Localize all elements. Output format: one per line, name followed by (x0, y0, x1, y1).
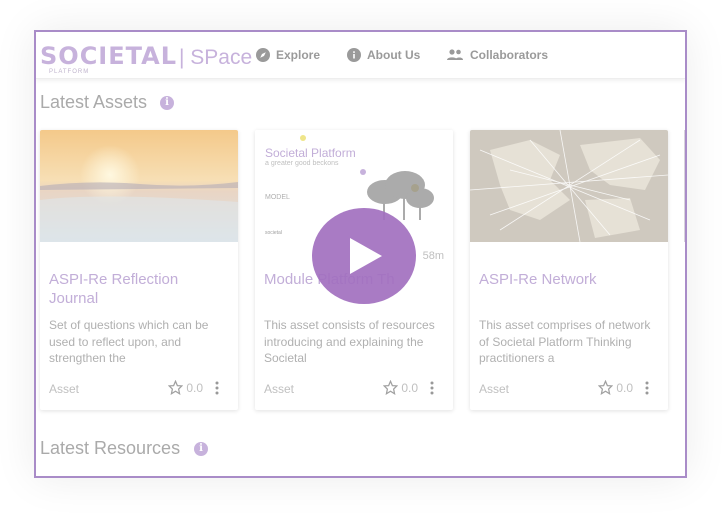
card-title[interactable]: ASPI-Re Network (479, 270, 661, 289)
card-description: This asset comprises of network of Socie… (479, 318, 651, 365)
societal-platform-logo[interactable]: SOCIETAL| SPace PLATFORM (40, 44, 252, 76)
card-description: Set of questions which can be used to re… (49, 318, 209, 365)
card-title[interactable]: ASPI-Re Reflection Journal (49, 270, 231, 308)
asset-card[interactable]: ASPI-Re Network This asset comprises of … (470, 130, 668, 410)
card-footer: Asset 0.0 (479, 380, 659, 398)
latest-assets-info-icon[interactable]: i (160, 96, 174, 110)
nav-explore-label: Explore (276, 48, 321, 62)
top-navigation-bar: SOCIETAL| SPace PLATFORM Explore About U… (36, 32, 685, 79)
card-footer: Asset 0.0 (49, 380, 229, 398)
nav-collaborators[interactable]: Collaborators (446, 48, 548, 62)
more-vert-icon[interactable] (215, 381, 219, 395)
latest-resources-info-icon[interactable]: i (194, 442, 208, 456)
video-preview-frame: SOCIETAL| SPace PLATFORM Explore About U… (34, 30, 687, 478)
svg-text:societal: societal (265, 230, 282, 236)
latest-assets-heading: Latest Assets (40, 92, 148, 112)
card-type: Asset (479, 382, 510, 396)
logo-space-text: | SPace (179, 46, 253, 69)
nav-about-us-label: About Us (367, 48, 421, 62)
more-vert-icon[interactable] (430, 381, 434, 395)
card-type: Asset (49, 382, 80, 396)
star-icon (598, 380, 614, 395)
people-icon (447, 49, 463, 60)
card-rating[interactable]: 0.0 (383, 380, 418, 395)
card-description: This asset consists of resources introdu… (264, 318, 435, 365)
card-thumbnail-sunset (40, 130, 238, 242)
slide-title: Societal Platform (265, 146, 356, 160)
asset-card[interactable]: ASPI-Re Reflection Journal Set of questi… (40, 130, 238, 410)
compass-icon (256, 48, 270, 62)
card-rating[interactable]: 0.0 (598, 380, 633, 395)
video-duration: 58m (422, 250, 444, 262)
star-icon (383, 380, 399, 395)
latest-resources-heading: Latest Resources (40, 438, 181, 458)
star-icon (168, 380, 184, 395)
slide-subtitle: a greater good beckons (265, 160, 339, 167)
logo-wordmark: SOCIETAL (40, 42, 177, 70)
nav-about-us[interactable]: About Us (347, 48, 420, 62)
card-rating-value: 0.0 (616, 380, 633, 395)
nav-collaborators-label: Collaborators (470, 48, 549, 62)
info-icon (347, 48, 361, 62)
play-icon (350, 238, 382, 274)
next-card-edge (684, 130, 685, 242)
slide-label: MODEL (265, 194, 290, 201)
card-rating-value: 0.0 (186, 380, 203, 395)
card-rating-value: 0.0 (401, 380, 418, 395)
video-play-button[interactable] (312, 208, 416, 304)
card-rating[interactable]: 0.0 (168, 380, 203, 395)
more-vert-icon[interactable] (645, 381, 649, 395)
logo-subtext: PLATFORM (49, 69, 90, 75)
card-thumbnail-world-map (470, 130, 668, 242)
card-type: Asset (264, 382, 295, 396)
card-footer: Asset 0.0 (264, 380, 444, 398)
nav-explore[interactable]: Explore (256, 48, 320, 62)
